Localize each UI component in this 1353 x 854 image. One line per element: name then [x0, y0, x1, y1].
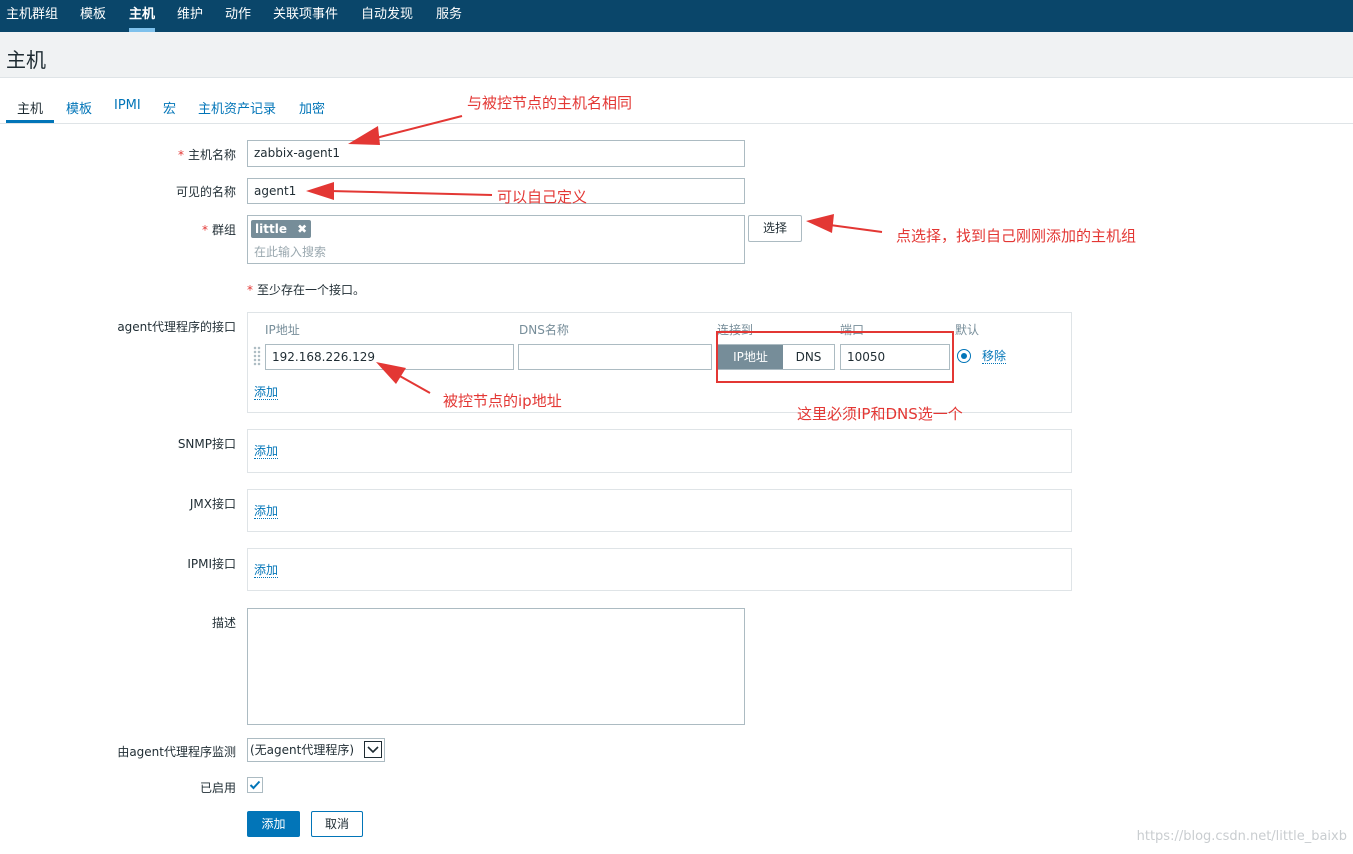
annotation-connect: 这里必须IP和DNS选一个	[797, 405, 963, 423]
annotation-ip: 被控节点的ip地址	[443, 392, 562, 410]
arrow-host-name	[371, 115, 463, 140]
arrow-visible-name	[329, 190, 493, 196]
arrow-head-icon	[806, 214, 834, 233]
watermark: https://blog.csdn.net/little_baixb	[1136, 829, 1347, 844]
annotation-host-name: 与被控节点的主机名相同	[467, 94, 633, 112]
arrow-select	[829, 224, 883, 233]
arrow-ip	[397, 374, 431, 394]
annotation-arrows	[306, 115, 883, 394]
annotation-visible-name: 可以自己定义	[497, 188, 588, 206]
arrow-head-icon	[348, 126, 380, 145]
annotation-select: 点选择，找到自己刚刚添加的主机组	[896, 227, 1137, 245]
arrow-head-icon	[376, 362, 406, 384]
arrow-head-icon	[306, 182, 334, 200]
